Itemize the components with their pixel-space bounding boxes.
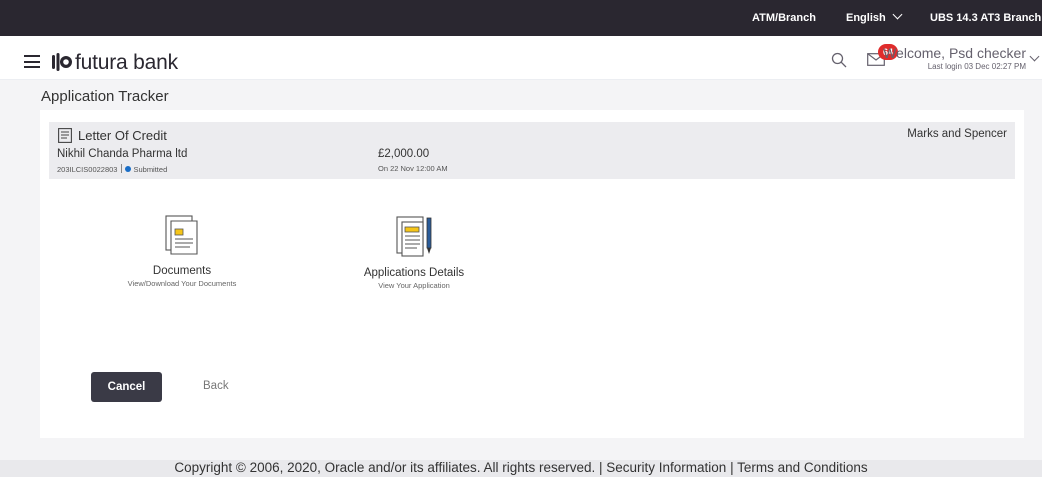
futura-logo-icon bbox=[52, 53, 72, 71]
chevron-down-icon[interactable] bbox=[1029, 51, 1040, 62]
top-bar: ATM/Branch English UBS 14.3 AT3 Branch bbox=[0, 0, 1042, 36]
applicant-name: Nikhil Chanda Pharma ltd bbox=[57, 148, 188, 160]
tile-subtitle: View Your Application bbox=[378, 281, 450, 290]
beneficiary-name: Marks and Spencer bbox=[907, 128, 1007, 140]
atm-branch-link[interactable]: ATM/Branch bbox=[752, 12, 816, 24]
reference-number: 203ILCIS0022803 bbox=[57, 165, 118, 174]
page-title: Application Tracker bbox=[41, 88, 169, 105]
cancel-button[interactable]: Cancel bbox=[91, 372, 162, 402]
date-value: On 22 Nov 12:00 AM bbox=[378, 164, 448, 173]
brand-name: futura bank bbox=[75, 51, 178, 74]
menu-icon[interactable] bbox=[24, 55, 40, 68]
document-icon bbox=[58, 128, 72, 143]
footer-text: Copyright © 2006, 2020, Oracle and/or it… bbox=[174, 460, 868, 475]
search-icon[interactable] bbox=[831, 52, 847, 68]
branch-label: UBS 14.3 AT3 Branch bbox=[930, 12, 1042, 24]
welcome-text: Welcome, Psd checker bbox=[883, 45, 1026, 61]
reference-status: 203ILCIS0022803 Submitted bbox=[57, 164, 167, 174]
user-menu[interactable]: Welcome, Psd checker Last login 03 Dec 0… bbox=[883, 45, 1026, 71]
branch-selector[interactable]: UBS 14.3 AT3 Branch bbox=[930, 12, 1042, 24]
status-dot-icon bbox=[125, 166, 132, 172]
amount-value: £2,000.00 bbox=[378, 148, 430, 160]
last-login-text: Last login 03 Dec 02:27 PM bbox=[927, 62, 1026, 71]
tile-title: Documents bbox=[152, 265, 212, 277]
back-button[interactable]: Back bbox=[203, 380, 229, 392]
documents-tile[interactable]: Documents View/Download Your Documents bbox=[82, 214, 282, 288]
application-details-tile[interactable]: Applications Details View Your Applicati… bbox=[314, 214, 514, 290]
application-details-icon bbox=[396, 216, 432, 257]
chevron-down-icon bbox=[892, 9, 903, 20]
documents-icon bbox=[165, 215, 198, 255]
application-card: Letter Of Credit Nikhil Chanda Pharma lt… bbox=[40, 110, 1024, 438]
language-selector[interactable]: English bbox=[846, 9, 903, 24]
header: futura bank 64 Welcome, Psd checker Last… bbox=[0, 36, 1042, 80]
status-badge: Submitted bbox=[133, 165, 168, 174]
tile-title: Applications Details bbox=[363, 267, 465, 279]
tile-subtitle: View/Download Your Documents bbox=[127, 279, 237, 288]
application-summary: Letter Of Credit Nikhil Chanda Pharma lt… bbox=[49, 122, 1015, 179]
language-label: English bbox=[846, 12, 886, 24]
product-name: Letter Of Credit bbox=[78, 128, 167, 143]
